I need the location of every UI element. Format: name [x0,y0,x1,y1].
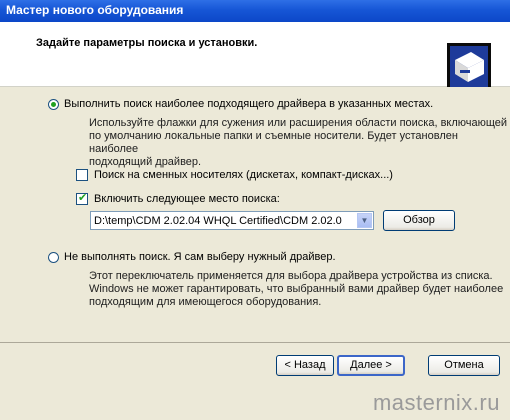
search-option-radio[interactable] [48,99,59,110]
wizard-header: Задайте параметры поиска и установки. [0,22,510,91]
include-location-label[interactable]: Включить следующее место поиска: [94,193,280,205]
description-line: подходящий драйвер. [89,156,202,168]
cancel-button[interactable]: Отмена [428,355,500,376]
watermark: masternix.ru [372,390,500,415]
description-line: Используйте флажки для сужения или расши… [89,117,508,129]
search-path-combobox[interactable]: D:\temp\CDM 2.02.04 WHQL Certified\CDM 2… [90,211,374,230]
back-button[interactable]: < Назад [276,355,334,376]
manual-option-label[interactable]: Не выполнять поиск. Я сам выберу нужный … [64,251,336,263]
description-line: по умолчанию локальные папки и съемные н… [89,130,458,155]
search-option-label[interactable]: Выполнить поиск наиболее подходящего дра… [64,98,433,110]
include-location-checkbox[interactable] [76,191,88,205]
title-bar: Мастер нового оборудования [0,0,510,22]
next-button[interactable]: Далее > [337,355,405,376]
search-option-description: Используйте флажки для сужения или расши… [89,117,510,169]
description-line: Этот переключатель применяется для выбор… [89,270,493,282]
browse-button[interactable]: Обзор [383,210,455,231]
removable-media-label[interactable]: Поиск на сменных носителях (дискетах, ко… [94,169,393,181]
page-title: Задайте параметры поиска и установки. [36,37,258,49]
chevron-down-icon[interactable]: ▼ [357,213,372,228]
hardware-wizard-icon [447,43,491,91]
window-title: Мастер нового оборудования [6,3,184,17]
manual-option-description: Этот переключатель применяется для выбор… [89,270,503,309]
search-path-value: D:\temp\CDM 2.02.04 WHQL Certified\CDM 2… [94,215,342,227]
description-line: Windows не может гарантировать, что выбр… [89,283,504,295]
manual-option-radio[interactable] [48,252,59,263]
description-line: подходящим для имеющегося оборудования. [89,296,322,308]
removable-media-checkbox[interactable] [76,169,88,181]
